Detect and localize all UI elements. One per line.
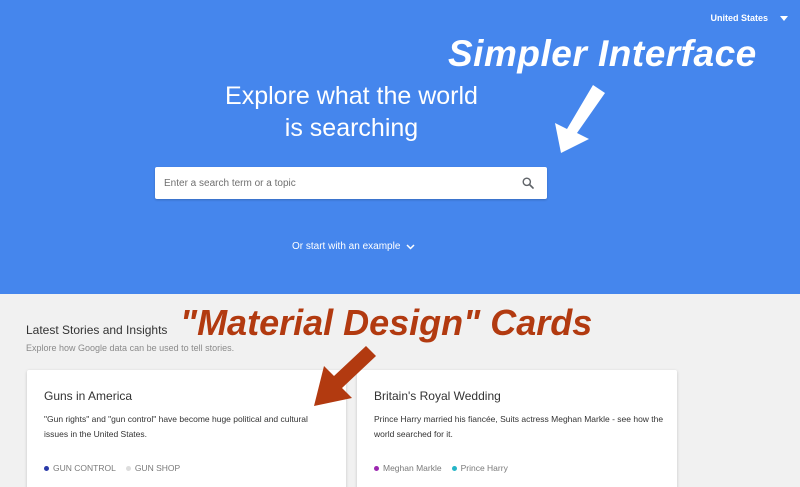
- tag-dot-icon: [451, 465, 457, 471]
- story-card-guns[interactable]: Guns in America "Gun rights" and "gun co…: [27, 370, 346, 487]
- section-title: Latest Stories and Insights: [26, 323, 168, 337]
- card-title: Britain's Royal Wedding: [374, 389, 501, 403]
- tag-label: Prince Harry: [460, 463, 508, 473]
- tag-item: GUN SHOP: [125, 463, 181, 473]
- tag-item: Meghan Markle: [374, 463, 442, 473]
- section-subtitle: Explore how Google data can be used to t…: [26, 343, 235, 353]
- country-label: United States: [710, 13, 768, 23]
- tag-label: GUN CONTROL: [53, 463, 116, 473]
- hero-banner: United States Explore what the world is …: [0, 0, 800, 294]
- annotation-simpler-interface: Simpler Interface: [448, 33, 757, 74]
- search-input[interactable]: [155, 167, 517, 199]
- story-card-royal-wedding[interactable]: Britain's Royal Wedding Prince Harry mar…: [357, 370, 677, 487]
- chevron-down-icon: [406, 243, 415, 250]
- caret-down-icon: [780, 15, 788, 21]
- annotation-material-design-cards: "Material Design" Cards: [180, 302, 593, 343]
- tag-item: GUN CONTROL: [44, 463, 116, 473]
- tag-dot-icon: [125, 465, 131, 471]
- card-title: Guns in America: [44, 389, 133, 403]
- card-description: Prince Harry married his fiancée, Suits …: [374, 414, 664, 439]
- tag-label: Meghan Markle: [383, 463, 442, 473]
- search-icon[interactable]: [517, 167, 539, 199]
- tag-dot-icon: [44, 465, 49, 471]
- tag-item: Prince Harry: [451, 463, 508, 473]
- card-description: "Gun rights" and "gun control" have beco…: [44, 414, 308, 439]
- card-tags: GUN CONTROL GUN SHOP: [44, 463, 180, 473]
- start-with-example-link[interactable]: Or start with an example: [292, 241, 415, 252]
- country-selector[interactable]: United States: [710, 13, 788, 23]
- search-box: [155, 167, 547, 199]
- tag-label: GUN SHOP: [134, 463, 181, 473]
- page: United States Explore what the world is …: [0, 0, 800, 487]
- tag-dot-icon: [374, 465, 379, 471]
- arrow-annotation-red-icon: [314, 346, 376, 406]
- card-tags: Meghan Markle Prince Harry: [374, 463, 508, 473]
- arrow-annotation-white-icon: [555, 85, 605, 153]
- example-link-label: Or start with an example: [292, 241, 401, 252]
